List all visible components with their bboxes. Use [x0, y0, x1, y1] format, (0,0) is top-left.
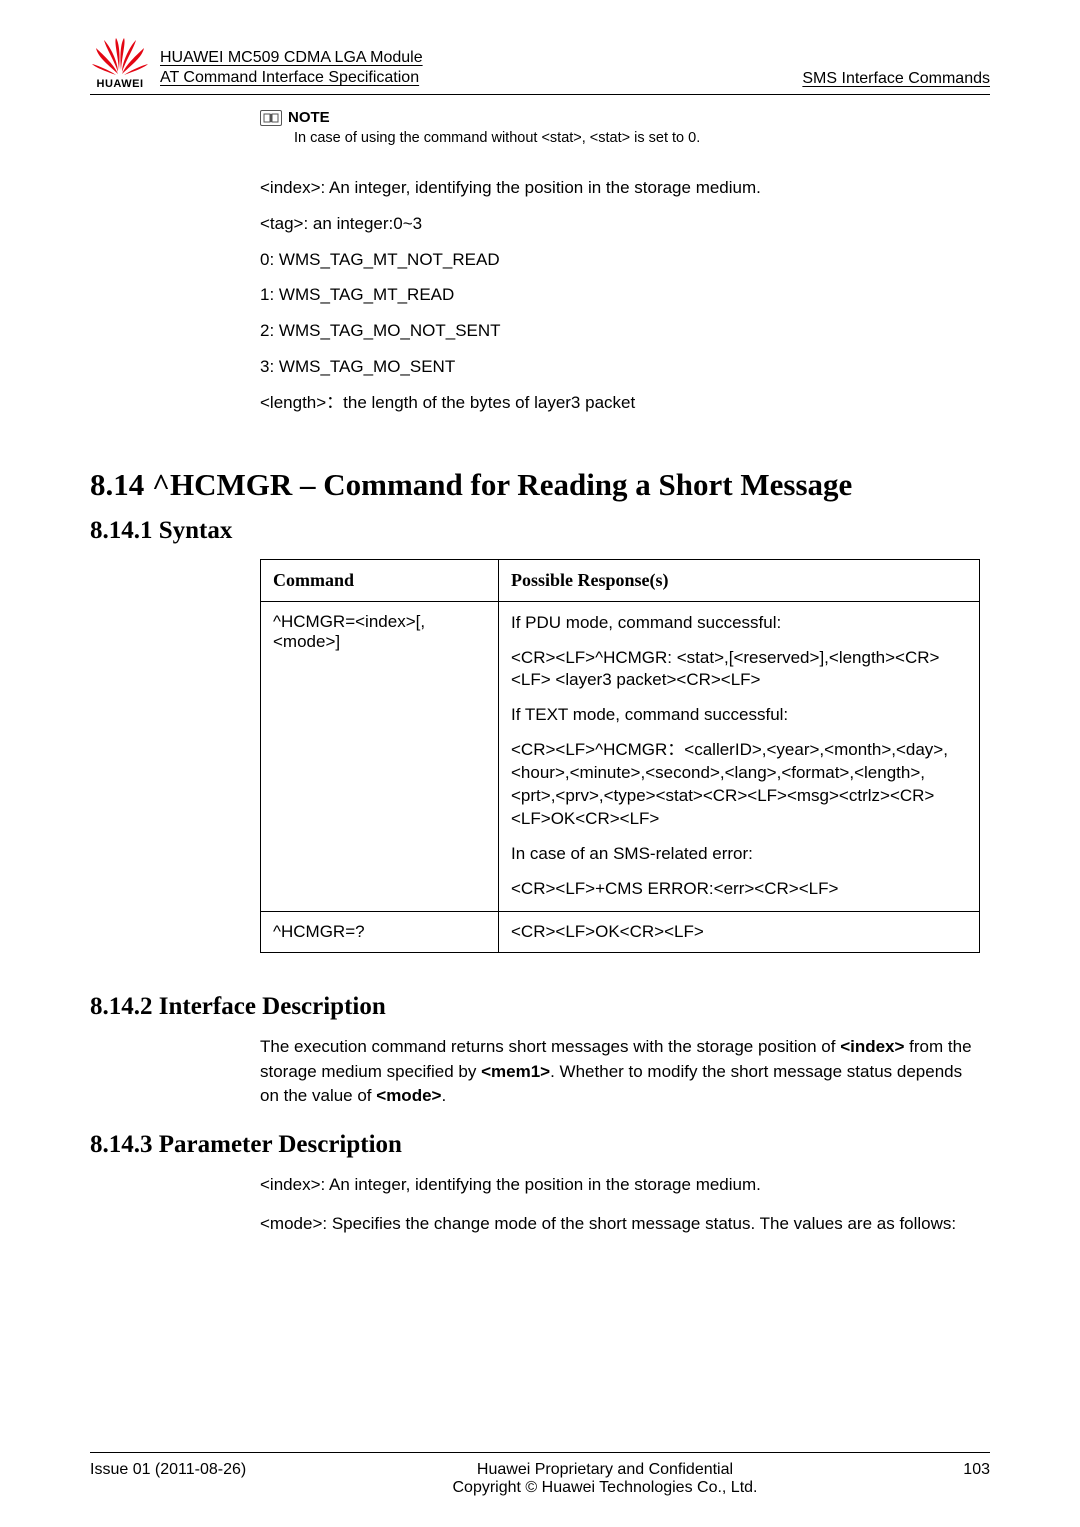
- resp-line: In case of an SMS-related error:: [511, 843, 967, 866]
- note-block: NOTE: [260, 109, 980, 126]
- cell-cmd-2: ^HCMGR=?: [261, 911, 499, 952]
- cell-resp-2: <CR><LF>OK<CR><LF>: [499, 911, 980, 952]
- footer-copyright: Copyright © Huawei Technologies Co., Ltd…: [300, 1479, 910, 1497]
- footer-page-number: 103: [910, 1461, 990, 1479]
- resp-line: <CR><LF>^HCMGR：<callerID>,<year>,<month>…: [511, 739, 967, 831]
- page-footer: Issue 01 (2011-08-26) Huawei Proprietary…: [90, 1452, 990, 1497]
- syntax-table: Command Possible Response(s) ^HCMGR=<ind…: [260, 559, 980, 953]
- heading-parameter-description: 8.14.3 Parameter Description: [90, 1131, 990, 1159]
- footer-center: Huawei Proprietary and Confidential Copy…: [300, 1461, 910, 1497]
- para-tag-2: 2: WMS_TAG_MO_NOT_SENT: [260, 319, 980, 343]
- footer-issue: Issue 01 (2011-08-26): [90, 1461, 300, 1479]
- intf-text: The execution command returns short mess…: [260, 1037, 840, 1056]
- cell-cmd-1: ^HCMGR=<index>[,<mode>]: [261, 601, 499, 911]
- resp-line: If TEXT mode, command successful:: [511, 704, 967, 727]
- para-index: <index>: An integer, identifying the pos…: [260, 176, 980, 200]
- intf-bold-index: <index>: [840, 1037, 904, 1056]
- huawei-logo: HUAWEI: [90, 38, 150, 90]
- para-tag: <tag>: an integer:0~3: [260, 212, 980, 236]
- doc-title-line2: AT Command Interface Specification: [160, 68, 423, 88]
- logo-text: HUAWEI: [90, 78, 150, 90]
- doc-title: HUAWEI MC509 CDMA LGA Module AT Command …: [160, 48, 423, 90]
- note-label: NOTE: [288, 109, 330, 126]
- intf-bold-mem1: <mem1>: [481, 1062, 550, 1081]
- heading-hcmgr: 8.14 ^HCMGR – Command for Reading a Shor…: [90, 467, 990, 503]
- param-desc-mode: <mode>: Specifies the change mode of the…: [260, 1212, 980, 1237]
- heading-syntax: 8.14.1 Syntax: [90, 517, 990, 545]
- para-tag-0: 0: WMS_TAG_MT_NOT_READ: [260, 248, 980, 272]
- interface-description-text: The execution command returns short mess…: [260, 1035, 980, 1109]
- resp-line: <CR><LF>+CMS ERROR:<err><CR><LF>: [511, 878, 967, 901]
- note-book-icon: [260, 110, 282, 126]
- param-desc-index: <index>: An integer, identifying the pos…: [260, 1173, 980, 1198]
- footer-confidential: Huawei Proprietary and Confidential: [300, 1461, 910, 1479]
- th-command: Command: [261, 559, 499, 601]
- th-response: Possible Response(s): [499, 559, 980, 601]
- heading-interface-description: 8.14.2 Interface Description: [90, 993, 990, 1021]
- intf-bold-mode: <mode>: [376, 1086, 441, 1105]
- resp-line: If PDU mode, command successful:: [511, 612, 967, 635]
- cell-resp-1: If PDU mode, command successful: <CR><LF…: [499, 601, 980, 911]
- para-length: <length>：the length of the bytes of laye…: [260, 391, 980, 415]
- para-tag-3: 3: WMS_TAG_MO_SENT: [260, 355, 980, 379]
- header-left: HUAWEI HUAWEI MC509 CDMA LGA Module AT C…: [90, 38, 423, 90]
- resp-line: <CR><LF>^HCMGR: <stat>,[<reserved>],<len…: [511, 647, 967, 693]
- note-text: In case of using the command without <st…: [294, 130, 980, 146]
- page-header: HUAWEI HUAWEI MC509 CDMA LGA Module AT C…: [90, 38, 990, 95]
- para-tag-1: 1: WMS_TAG_MT_READ: [260, 283, 980, 307]
- intf-text: .: [441, 1086, 446, 1105]
- header-section-name: SMS Interface Commands: [802, 70, 990, 90]
- doc-title-line1: HUAWEI MC509 CDMA LGA Module: [160, 48, 423, 68]
